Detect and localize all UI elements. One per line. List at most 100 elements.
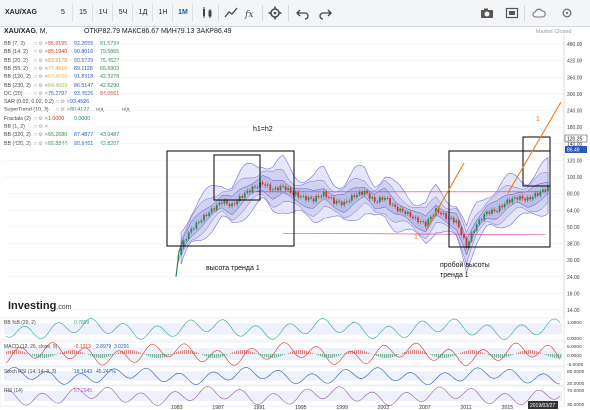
macd-histogram-bar [118, 352, 120, 354]
candle-body [445, 213, 447, 219]
macd-histogram-bar [152, 354, 154, 358]
candle-body [424, 221, 427, 227]
macd-histogram-bar [236, 351, 238, 354]
candle-body [241, 195, 244, 198]
price-tick: 300.00 [567, 92, 583, 98]
macd-histogram-bar [358, 350, 360, 354]
candle-body [440, 212, 442, 215]
macd-histogram-bar [128, 350, 130, 354]
price-tick: 480.00 [567, 42, 583, 48]
macd-histogram-bar [6, 351, 8, 354]
macd-histogram-bar [512, 354, 514, 355]
macd-histogram-bar [418, 350, 420, 354]
macd-histogram-bar [124, 350, 126, 354]
candle-body [198, 222, 200, 223]
macd-histogram-bar [232, 352, 234, 354]
macd-histogram-bar [412, 350, 414, 354]
macd-histogram-bar [270, 354, 272, 358]
price-tick: 100.00 [567, 175, 583, 181]
candle-body [317, 195, 320, 198]
price-chart[interactable]: 480.00420.00360.00300.00240.00180.00140.… [0, 0, 590, 410]
macd-histogram-bar [276, 354, 278, 358]
candle-body [333, 197, 335, 204]
macd-histogram-bar [398, 354, 400, 355]
macd-histogram-bar [266, 354, 268, 358]
price-tick: 180.00 [567, 125, 583, 131]
macd-histogram-bar [90, 354, 92, 356]
time-tick: 1987 [212, 405, 224, 410]
candle-body [404, 211, 407, 214]
macd-histogram-bar [168, 354, 170, 356]
candle-body [335, 200, 338, 204]
candle-body [409, 212, 412, 217]
macd-histogram-bar [394, 354, 396, 357]
price-tick: 50.00 [567, 225, 580, 231]
candle-body [391, 204, 394, 206]
price-tag-upper-text: 120.25 [567, 137, 583, 143]
macd-histogram-bar [422, 351, 424, 354]
macd-histogram-bar [360, 350, 362, 354]
candle-body [493, 209, 496, 212]
candle-body [350, 195, 353, 201]
macd-histogram-bar [452, 354, 454, 357]
time-tick: 2007 [419, 405, 431, 410]
candle-body [233, 203, 236, 205]
candle-body [389, 197, 391, 205]
candle-body [248, 190, 251, 193]
subpanel-value: 18.1643 [74, 369, 92, 375]
subpanel-axis-tick: 5.0000 [567, 344, 582, 350]
macd-histogram-bar [212, 354, 214, 358]
macd-histogram-bar [22, 351, 24, 354]
macd-histogram-bar [436, 354, 438, 357]
macd-histogram-bar [274, 354, 276, 358]
macd-histogram-bar [450, 354, 452, 357]
macd-histogram-bar [466, 350, 468, 354]
macd-histogram-bar [196, 352, 198, 354]
candle-body [478, 219, 481, 225]
macd-histogram-bar [298, 350, 300, 354]
macd-histogram-bar [52, 354, 54, 357]
candle-body [310, 197, 312, 199]
candle-body [236, 200, 239, 205]
macd-histogram-bar [188, 350, 190, 354]
macd-histogram-bar [186, 350, 188, 354]
macd-histogram-bar [34, 354, 36, 357]
macd-histogram-bar [440, 354, 442, 358]
macd-histogram-bar [300, 350, 302, 354]
candle-body [531, 196, 534, 200]
subpanel-axis-tick: 30.0000 [567, 402, 585, 408]
macd-histogram-bar [32, 354, 34, 356]
macd-histogram-bar [496, 354, 498, 358]
macd-histogram-bar [46, 354, 48, 358]
candle-body [485, 211, 488, 215]
macd-histogram-bar [104, 354, 106, 358]
macd-histogram-bar [474, 350, 476, 354]
macd-histogram-bar [72, 350, 74, 354]
candle-body [205, 214, 208, 216]
macd-histogram-bar [520, 351, 522, 354]
macd-histogram-bar [244, 350, 246, 354]
macd-histogram-bar [250, 351, 252, 354]
candle-body [305, 195, 307, 201]
candle-body [366, 190, 368, 194]
candle-body [340, 201, 343, 206]
macd-histogram-bar [318, 354, 320, 356]
candle-body [396, 206, 399, 212]
macd-histogram-bar [366, 351, 368, 354]
macd-histogram-bar [106, 354, 108, 358]
macd-histogram-bar [370, 353, 372, 354]
candle-body [269, 184, 272, 191]
macd-histogram-bar [230, 353, 232, 354]
macd-histogram-bar [320, 354, 322, 357]
macd-histogram-bar [216, 354, 218, 358]
macd-histogram-bar [110, 354, 112, 356]
candle-body [231, 203, 233, 207]
macd-histogram-bar [108, 354, 110, 357]
macd-histogram-bar [336, 354, 338, 357]
candle-body [511, 198, 514, 203]
candle-body [266, 184, 269, 186]
macd-histogram-bar [60, 352, 62, 354]
candle-body [264, 184, 267, 186]
candle-body [513, 197, 516, 199]
macd-histogram-bar [308, 351, 310, 354]
